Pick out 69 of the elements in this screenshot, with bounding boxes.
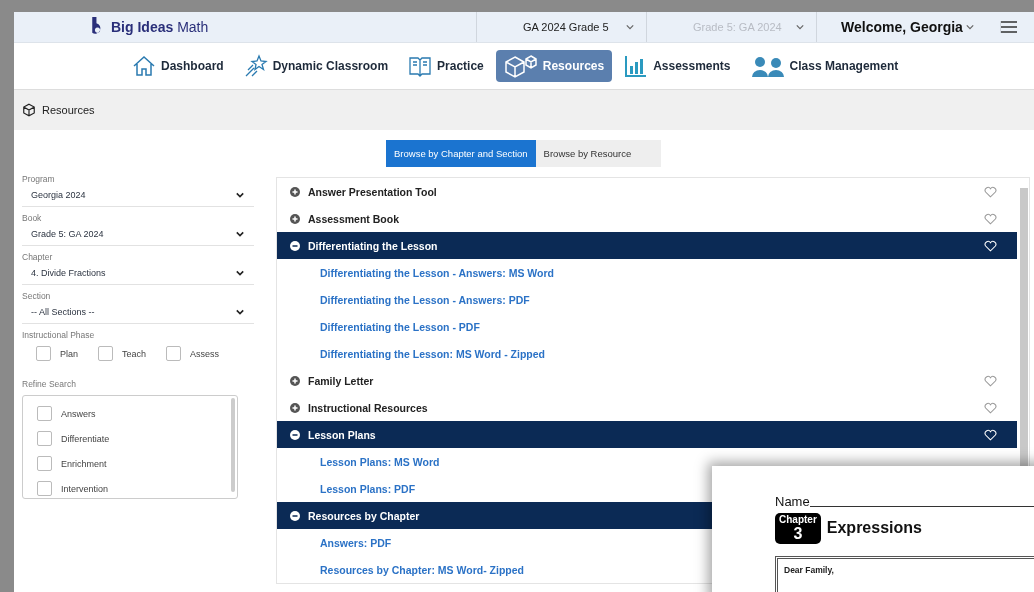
scrollbar[interactable] (1020, 188, 1028, 468)
grade-select[interactable]: GA 2024 Grade 5 (476, 12, 646, 42)
chevron-icon (236, 270, 244, 276)
resource-group[interactable]: Differentiating the Lesson (277, 232, 1017, 259)
resource-group[interactable]: Family Letter (277, 367, 1017, 394)
filter-select[interactable]: -- All Sections -- (22, 307, 254, 324)
chevron-icon (626, 24, 634, 30)
expand-icon (290, 375, 300, 386)
filter-label: Refine Search (22, 379, 77, 389)
nav-tab[interactable]: Assessments (616, 50, 739, 82)
resource-link[interactable]: Differentiating the Lesson: MS Word - Zipped (320, 347, 545, 360)
cube-icon (22, 103, 36, 117)
scrollbar[interactable] (231, 398, 235, 492)
collapse-icon (290, 510, 300, 521)
refine-checkbox[interactable]: Differentiate (37, 431, 237, 446)
resource-link[interactable]: Differentiating the Lesson - PDF (320, 320, 480, 333)
resource-link[interactable]: Differentiating the Lesson - Answers: PDF (320, 293, 530, 306)
refine-checkbox[interactable]: Answers (37, 406, 237, 421)
resource-group[interactable]: Instructional Resources (277, 394, 1017, 421)
resource-group[interactable]: Answer Presentation Tool (277, 178, 1017, 205)
filter-label: Book (22, 213, 43, 223)
menu-icon[interactable] (1000, 21, 1017, 33)
resource-link[interactable]: Lesson Plans: PDF (320, 482, 416, 495)
expand-icon (290, 186, 300, 197)
bar-chart-icon (624, 54, 649, 78)
house-icon (132, 54, 156, 78)
chevron-icon (966, 24, 974, 30)
resource-link[interactable]: Differentiating the Lesson - Answers: MS Word (320, 266, 554, 279)
filter-label: Chapter (22, 252, 54, 262)
phase-checkbox[interactable]: Plan (36, 346, 78, 361)
account-menu[interactable]: Welcome, Georgia (816, 12, 986, 42)
resource-link[interactable]: Answers: PDF (320, 536, 392, 549)
phase-checkbox[interactable]: Assess (166, 346, 220, 361)
shooting-star-icon (243, 54, 268, 78)
refine-checkbox[interactable]: Enrichment (37, 456, 237, 471)
phase-checkbox[interactable]: Teach (98, 346, 147, 361)
collapse-icon (290, 240, 300, 251)
chevron-icon (796, 24, 804, 30)
browse-tab[interactable]: Browse by Chapter and Section (386, 140, 536, 167)
nav-tab[interactable]: Dynamic Classroom (235, 50, 397, 82)
collapse-icon (290, 429, 300, 440)
expand-icon (290, 402, 300, 413)
book-icon (408, 54, 433, 78)
letter-box: Dear Family, (775, 555, 1034, 592)
filter-select[interactable]: 4. Divide Fractions (22, 268, 254, 285)
chevron-icon (236, 231, 244, 237)
chapter-badge: Chapter 3 (775, 513, 821, 544)
cube-icon (503, 54, 538, 78)
brand-name: Big Ideas Math (111, 19, 209, 35)
filter-select[interactable]: Grade 5: GA 2024 (22, 229, 254, 246)
breadcrumb: Resources (42, 104, 95, 116)
resource-link[interactable]: Lesson Plans: MS Word (320, 455, 440, 468)
nav-tab[interactable]: Practice (400, 50, 492, 82)
people-icon (750, 54, 785, 78)
filter-label: Instructional Phase (22, 330, 96, 340)
filter-label: Section (22, 291, 52, 301)
resource-group[interactable]: Lesson Plans (277, 421, 1017, 448)
nav-tab[interactable]: Resources (495, 50, 613, 82)
chevron-icon (236, 309, 244, 315)
filter-select[interactable]: Georgia 2024 (22, 190, 254, 207)
refine-checkbox[interactable]: Intervention (37, 481, 237, 496)
nav-tab[interactable]: Class Management (742, 50, 907, 82)
resource-group[interactable]: Assessment Book (277, 205, 1017, 232)
filter-label: Program (22, 174, 56, 184)
nav-tab[interactable]: Dashboard (124, 50, 232, 82)
browse-tab[interactable]: Browse by Resource (535, 140, 662, 167)
expand-icon (290, 213, 300, 224)
resource-link[interactable]: Resources by Chapter: MS Word- Zipped (320, 563, 524, 576)
chevron-icon (236, 192, 244, 198)
